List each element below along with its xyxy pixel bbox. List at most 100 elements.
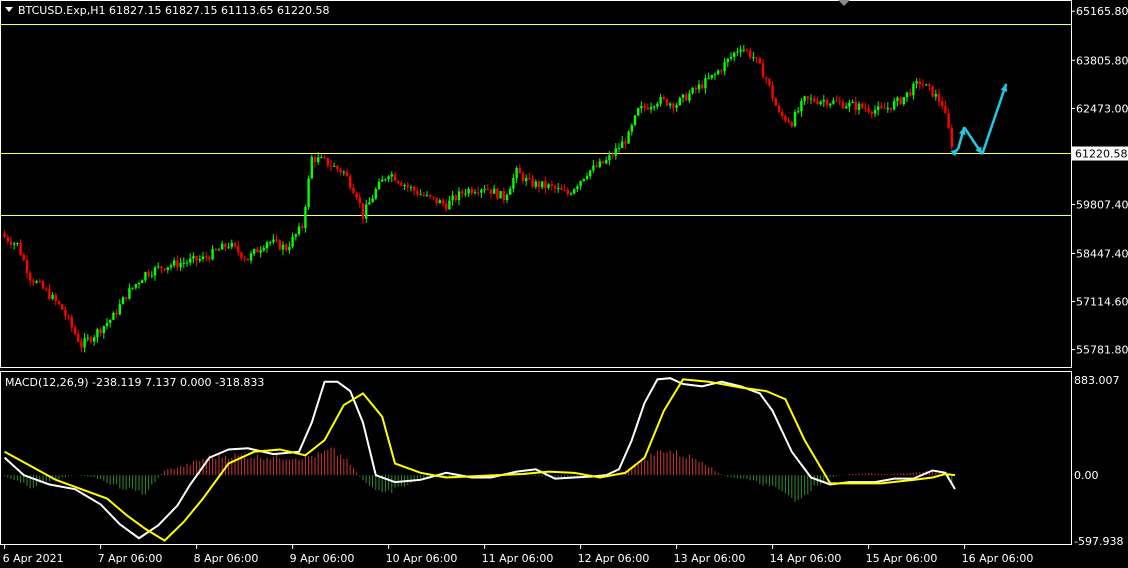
candle-body — [909, 92, 912, 96]
candle-body — [397, 180, 400, 183]
candle-body — [323, 157, 326, 159]
candle-body — [294, 234, 297, 237]
candle-body — [877, 106, 880, 110]
candle-body — [512, 177, 515, 189]
macd-main-line — [3, 377, 956, 540]
candle-body — [669, 103, 672, 106]
candle-body — [224, 243, 227, 248]
arrowhead-icon — [1000, 83, 1008, 92]
candle-body — [70, 317, 73, 328]
candle-body — [470, 188, 473, 193]
candle-body — [419, 194, 422, 196]
candle-body — [243, 257, 246, 259]
candle-body — [841, 101, 845, 109]
candle-body — [947, 113, 950, 128]
candle-body — [432, 196, 435, 198]
candle-body — [573, 189, 576, 194]
candle-body — [118, 304, 121, 315]
candle-body — [349, 176, 352, 188]
candle-body — [528, 177, 531, 179]
candle-body — [387, 176, 390, 180]
candle-body — [793, 112, 797, 127]
candle-body — [585, 176, 589, 179]
macd-axis: 883.007 0.00 -597.938 — [1074, 374, 1123, 548]
candle-body — [237, 246, 240, 253]
dropdown-triangle-icon[interactable] — [5, 7, 13, 12]
candle-body — [473, 192, 477, 194]
time-tick-label: 7 Apr 06:00 — [98, 552, 163, 565]
candle-body — [265, 242, 269, 249]
macd-title: MACD(12,26,9) -238.119 7.137 0.000 -318.… — [5, 376, 264, 389]
candle-body — [61, 304, 64, 310]
candle-body — [915, 81, 918, 84]
candle-body — [233, 242, 237, 247]
candle-body — [784, 115, 787, 121]
candle-body — [166, 267, 169, 270]
candle-body — [48, 289, 51, 299]
projection-segment — [981, 83, 1008, 155]
candle-body — [880, 106, 883, 109]
candle-body — [368, 202, 371, 205]
candle-body — [381, 179, 384, 182]
candle-body — [921, 84, 925, 86]
candle-body — [822, 100, 825, 102]
candle-body — [67, 316, 70, 318]
candle-body — [867, 108, 870, 112]
candle-body — [115, 312, 118, 315]
candle-body — [93, 337, 96, 342]
candle-body — [227, 246, 230, 248]
chart-canvas[interactable]: 65165.80 63805.80 62473.00 59807.40 58447.40… — [0, 0, 1128, 568]
candle-body — [637, 108, 640, 116]
candle-body — [861, 103, 864, 108]
candle-body — [864, 107, 867, 109]
candle-body — [384, 179, 387, 181]
candle-body — [38, 281, 41, 283]
candle-body — [544, 181, 547, 188]
candle-body — [134, 284, 137, 288]
candle-body — [777, 105, 781, 113]
candle-body — [416, 190, 419, 195]
candle-body — [848, 102, 851, 107]
candle-body — [681, 94, 685, 98]
candle-body — [176, 260, 179, 268]
candle-body — [393, 174, 397, 181]
candle-body — [150, 275, 153, 277]
candle-body — [361, 203, 365, 219]
time-tick-label: 12 Apr 06:00 — [578, 552, 650, 565]
candle-body — [918, 81, 921, 85]
candle-body — [451, 195, 454, 201]
candle-body — [790, 122, 793, 127]
candle-body — [29, 272, 32, 281]
candle-body — [589, 170, 592, 177]
candle-body — [445, 203, 448, 210]
candle-body — [464, 193, 467, 195]
shift-marker-icon[interactable] — [838, 0, 850, 6]
candle-body — [726, 58, 729, 63]
candle-body — [755, 57, 758, 59]
candle-body — [851, 102, 854, 104]
candle-body — [560, 187, 563, 190]
candle-body — [57, 301, 61, 305]
candle-body — [608, 155, 611, 161]
candle-body — [835, 100, 838, 102]
candle-body — [537, 181, 541, 188]
candle-body — [601, 161, 605, 164]
candle-body — [355, 193, 358, 198]
candle-body — [621, 141, 624, 149]
candle-body — [179, 263, 182, 268]
candle-body — [313, 156, 317, 163]
candle-body — [195, 256, 198, 261]
candle-body — [64, 309, 67, 317]
candle-body — [51, 294, 54, 299]
candle-body — [758, 58, 761, 64]
candle-body — [624, 141, 627, 144]
candle-body — [605, 160, 608, 164]
candle-body — [275, 239, 278, 241]
candle-body — [297, 226, 301, 235]
candle-body — [541, 181, 544, 188]
candle-body — [137, 282, 141, 285]
time-axis: 6 Apr 2021 7 Apr 06:00 8 Apr 06:00 9 Apr 06… — [3, 545, 1033, 565]
candle-body — [73, 327, 77, 334]
candle-body — [477, 192, 480, 194]
candle-body — [144, 272, 147, 281]
